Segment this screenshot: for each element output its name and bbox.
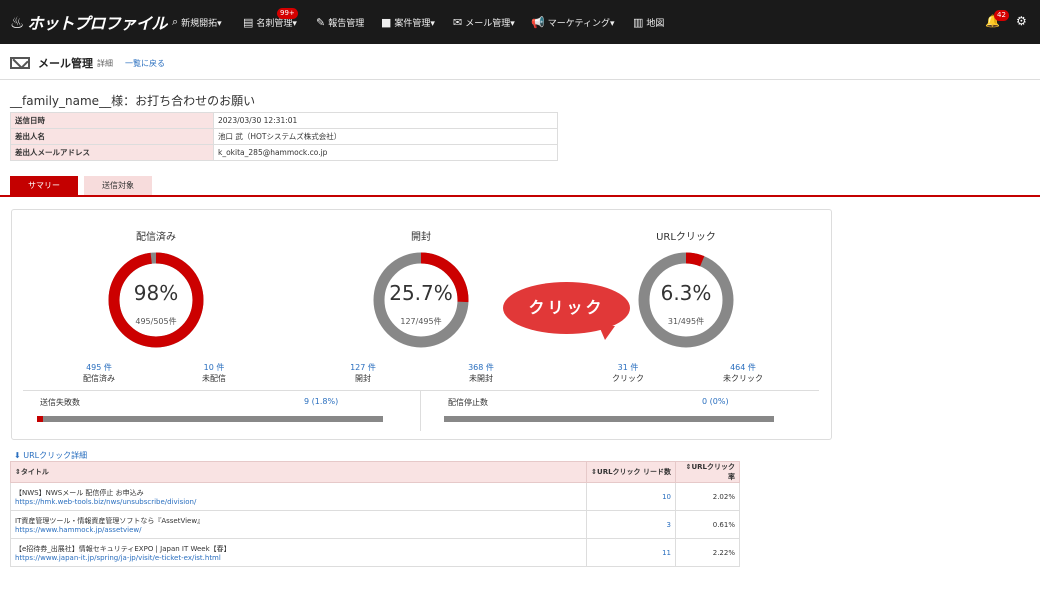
nav-reports[interactable]: ✎ 報告管理 [316,0,364,44]
click-callout: クリック [503,282,630,340]
card-icon: ▤ [243,15,254,29]
delivered-donut-chart: 98% 495/505件 [108,252,204,348]
nav-deals[interactable]: ■ 案件管理▾ [381,0,435,44]
table-row: 【NWS】NWSメール 配信停止 お申込み https://hmk.web-to… [10,482,740,511]
gear-icon: ⚙ [1016,14,1027,28]
stopped-progress-bar [444,416,774,422]
divider [0,79,1040,80]
stat-clicked: 31 件 クリック [612,363,644,383]
sort-title-header[interactable]: ⇕タイトル [10,461,587,483]
tab-targets[interactable]: 送信対象 [84,176,152,196]
page-title: メール管理 [38,57,93,70]
map-icon: ▥ [633,15,644,29]
stopped-value[interactable]: 0 (0%) [702,397,729,406]
click-rate: 2.22% [675,538,740,567]
nav-business-cards[interactable]: ▤ 名刺管理▾ 99+ [243,0,298,44]
stat-unopened: 368 件 未開封 [468,363,494,383]
donut-percent: 25.7% [389,281,453,305]
donut-sub: 31/495件 [668,316,704,326]
settings-button[interactable]: ⚙ [1016,14,1027,28]
tab-summary[interactable]: サマリー [10,176,78,196]
mail-icon [10,57,30,69]
top-navbar: ♨ ホットプロファイル ⌕ 新規開拓▾ ▤ 名刺管理▾ 99+ ✎ 報告管理 ■… [0,0,1040,44]
url-link[interactable]: https://www.hammock.jp/assetview/ [15,526,582,534]
url-link[interactable]: https://www.japan-it.jp/spring/ja-jp/vis… [15,554,582,562]
nav-mail[interactable]: ✉ メール管理▾ [453,0,515,44]
click-count[interactable]: 3 [586,510,676,539]
table-row: IT資産管理ツール・情報資産管理ソフトなら『AssetView』 https:/… [10,510,740,539]
url-link[interactable]: https://hmk.web-tools.biz/nws/unsubscrib… [15,498,582,506]
opened-donut-chart: 25.7% 127/495件 [373,252,469,348]
click-count[interactable]: 10 [586,482,676,511]
page-header: メール管理 詳細 一覧に戻る [10,55,165,71]
stat-delivered: 495 件 配信済み [83,363,115,383]
donut-percent: 98% [134,281,178,305]
app-logo[interactable]: ♨ ホットプロファイル [10,12,167,34]
stopped-label: 配信停止数 [448,398,488,407]
info-row: 差出人メールアドレス k_okita_285@hammock.co.jp [10,144,558,161]
chevron-down-icon: ⬇ [14,451,21,460]
info-key: 差出人名 [10,128,214,145]
cards-count-badge: 99+ [277,8,298,19]
failed-value[interactable]: 9 (1.8%) [304,397,338,406]
stat-undelivered: 10 件 未配信 [202,363,226,383]
back-to-list-link[interactable]: 一覧に戻る [125,58,165,69]
donut-sub: 127/495件 [400,316,441,326]
url-cell: IT資産管理ツール・情報資産管理ソフトなら『AssetView』 https:/… [10,510,587,539]
opened-title: 開封 [411,232,431,243]
divider [23,390,819,391]
url-title: 【e招待券_出展社】情報セキュリティEXPO | Japan IT Week【春… [15,544,231,553]
url-cell: 【NWS】NWSメール 配信停止 お申込み https://hmk.web-to… [10,482,587,511]
mail-subject: __family_name__様：お打ち合わせのお願い [10,94,256,108]
info-value: 池口 武（HOTシステムズ株式会社） [213,128,558,145]
donut-sub: 495/505件 [135,316,176,326]
delivered-title: 配信済み [136,232,176,243]
megaphone-icon: 📢 [531,15,545,29]
edit-icon: ✎ [316,15,326,29]
click-rate: 0.61% [675,510,740,539]
sort-rate-header[interactable]: ⇕URLクリック率 [675,461,740,483]
url-click-table: ⇕タイトル ⇕URLクリック リード数 ⇕URLクリック率 【NWS】NWSメー… [10,461,740,567]
mail-info-table: 送信日時 2023/03/30 12:31:01 差出人名 池口 武（HOTシス… [10,112,558,161]
url-click-title: URLクリック [656,232,716,243]
stat-unclicked: 464 件 未クリック [723,363,763,383]
donut-percent: 6.3% [661,281,712,305]
notification-badge: 42 [994,10,1009,21]
nav-map[interactable]: ▥ 地図 [633,0,664,44]
tab-bar: サマリー 送信対象 [10,176,158,196]
url-click-donut-chart: 6.3% 31/495件 [638,252,734,348]
url-click-detail-toggle[interactable]: ⬇ URLクリック詳細 [14,450,87,461]
sort-count-header[interactable]: ⇕URLクリック リード数 [586,461,676,483]
page-subtitle: 詳細 [97,58,113,68]
info-row: 差出人名 池口 武（HOTシステムズ株式会社） [10,128,558,145]
info-value: k_okita_285@hammock.co.jp [213,144,558,161]
info-key: 送信日時 [10,112,214,129]
click-count[interactable]: 11 [586,538,676,567]
search-doc-icon: ⌕ [172,15,179,28]
nav-new-leads[interactable]: ⌕ 新規開拓▾ [172,0,222,44]
failed-progress-bar [37,416,383,422]
click-rate: 2.02% [675,482,740,511]
stat-opened: 127 件 開封 [350,363,376,383]
nav-marketing[interactable]: 📢 マーケティング▾ [531,0,615,44]
info-value: 2023/03/30 12:31:01 [213,112,558,129]
table-row: 【e招待券_出展社】情報セキュリティEXPO | Japan IT Week【春… [10,538,740,567]
briefcase-icon: ■ [381,15,392,29]
url-title: IT資産管理ツール・情報資産管理ソフトなら『AssetView』 [15,516,205,525]
mail-icon: ✉ [453,15,463,29]
failed-label: 送信失敗数 [40,398,80,407]
table-header-row: ⇕タイトル ⇕URLクリック リード数 ⇕URLクリック率 [10,461,740,483]
failed-progress-fill [37,416,44,422]
info-key: 差出人メールアドレス [10,144,214,161]
info-row: 送信日時 2023/03/30 12:31:01 [10,112,558,129]
url-title: 【NWS】NWSメール 配信停止 お申込み [15,488,144,497]
url-cell: 【e招待券_出展社】情報セキュリティEXPO | Japan IT Week【春… [10,538,587,567]
tab-underline [0,195,1040,197]
flame-icon: ♨ [10,12,25,32]
divider [420,390,421,431]
notification-button[interactable]: 🔔 42 [985,10,1009,28]
